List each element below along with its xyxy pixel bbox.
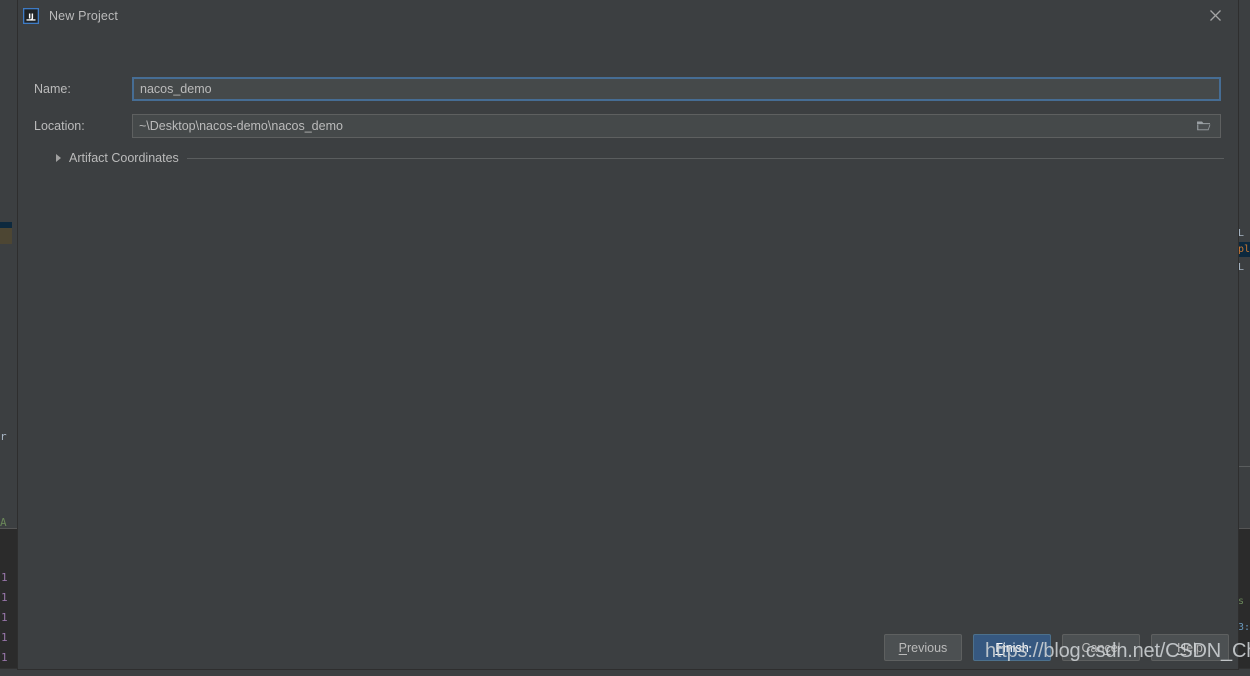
finish-button[interactable]: Finish [973,634,1051,661]
dialog-button-bar: Previous Finish Cancel Help [18,634,1238,664]
background-text-fragment-1: r [0,430,7,443]
background-status-bar [0,668,1250,676]
background-right-fragment-2: pl [1238,244,1250,255]
svg-text:IJ: IJ [28,11,34,20]
cancel-label-pre: Can [1081,640,1105,655]
triangle-right-icon[interactable] [56,154,61,162]
location-value: ~\Desktop\nacos-demo\nacos_demo [139,119,343,133]
gutter-line-number: 1 [1,631,8,644]
new-project-dialog: IJ New Project Name: Location: [18,0,1238,669]
location-label: Location: [34,119,85,133]
gutter-line-number: 1 [1,651,8,664]
help-label-rest: elp [1186,640,1203,655]
background-highlight-row [0,228,12,244]
close-icon[interactable] [1192,0,1238,31]
folder-open-icon[interactable] [1196,118,1212,134]
location-input[interactable]: ~\Desktop\nacos-demo\nacos_demo [132,114,1221,138]
background-right-strip: L pl L s 3: [1238,0,1250,676]
finish-mnemonic: F [995,640,1003,655]
location-row: Location: ~\Desktop\nacos-demo\nacos_dem… [34,114,1224,138]
name-input[interactable] [132,77,1221,101]
background-right-fragment-4: s [1238,596,1245,607]
screen-root: r A 1 1 1 1 1 L pl L s 3: IJ New Project… [0,0,1250,676]
artifact-coordinates-label: Artifact Coordinates [69,151,179,165]
background-editor-gutter: 1 1 1 1 1 [0,528,18,676]
artifact-coordinates-section[interactable]: Artifact Coordinates [56,151,1224,165]
background-left-strip: r A 1 1 1 1 1 [0,0,19,676]
name-row: Name: [34,77,1224,101]
help-mnemonic: H [1177,640,1187,655]
background-right-fragment-3: L [1238,262,1245,273]
name-label: Name: [34,82,71,96]
dialog-title-bar: IJ New Project [18,0,1238,31]
background-right-divider-1 [1238,466,1250,467]
intellij-idea-icon: IJ [22,7,40,24]
cancel-button[interactable]: Cancel [1062,634,1140,661]
finish-label-rest: inish [1002,640,1029,655]
previous-label-rest: revious [907,640,948,655]
background-right-fragment-5: 3: [1238,622,1250,633]
gutter-line-number: 1 [1,571,8,584]
gutter-line-number: 1 [1,611,8,624]
dialog-title: New Project [49,8,119,23]
cancel-label-rest: el [1110,640,1121,655]
background-right-fragment-1: L [1238,228,1245,239]
previous-mnemonic: P [898,640,908,655]
gutter-line-number: 1 [1,591,8,604]
help-button[interactable]: Help [1151,634,1229,661]
previous-button[interactable]: Previous [884,634,962,661]
section-separator [186,157,1224,159]
